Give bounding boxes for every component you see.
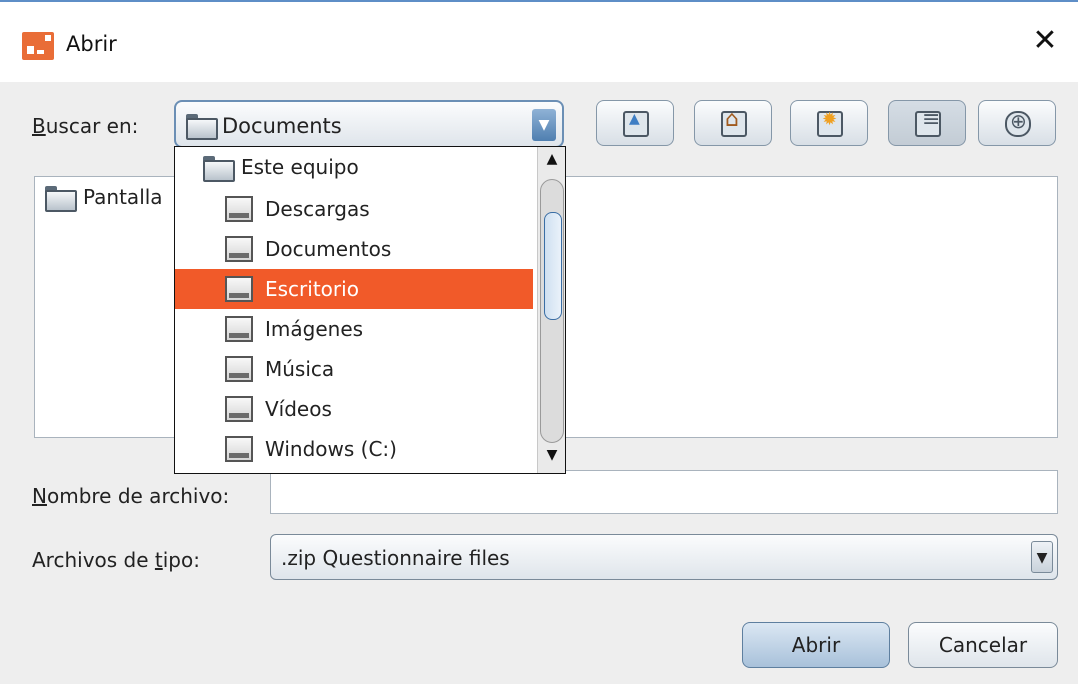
dropdown-item-label: Imágenes (265, 317, 364, 341)
dropdown-item-label: Música (265, 357, 335, 381)
dropdown-item-videos[interactable]: Vídeos (175, 389, 533, 429)
drive-icon (225, 276, 253, 302)
scroll-up-icon[interactable]: ▲ (542, 151, 562, 173)
dropdown-item-pictures[interactable]: Imágenes (175, 309, 533, 349)
file-type-value: .zip Questionnaire files (281, 546, 510, 570)
look-in-value: Documents (222, 114, 342, 138)
folder-icon (45, 186, 77, 212)
look-in-dropdown-list[interactable]: Este equipo Descargas Documentos Escrito… (174, 146, 566, 474)
scrollbar-thumb[interactable] (540, 179, 564, 443)
list-view-icon (915, 107, 941, 137)
window-title: Abrir (66, 32, 117, 56)
dropdown-item-desktop[interactable]: Escritorio (175, 269, 533, 309)
drive-icon (225, 356, 253, 382)
list-view-button[interactable] (888, 100, 966, 146)
file-name-field[interactable] (270, 470, 1058, 514)
list-item[interactable]: Pantalla (45, 185, 163, 212)
file-item-label: Pantalla (83, 185, 163, 209)
look-in-label: Buscar en: (32, 114, 139, 138)
drive-icon (225, 396, 253, 422)
close-button[interactable]: ✕ (1028, 24, 1062, 58)
up-folder-button[interactable] (596, 100, 674, 146)
dropdown-item-label: Documentos (265, 237, 392, 261)
drive-icon (225, 436, 253, 462)
home-icon (721, 107, 747, 137)
drive-icon (225, 196, 253, 222)
dropdown-item-label: Windows (C:) (265, 437, 397, 461)
details-view-button[interactable] (978, 100, 1056, 146)
chevron-down-icon[interactable]: ▼ (1031, 541, 1053, 573)
new-folder-icon (817, 109, 843, 137)
dropdown-scrollbar[interactable]: ▲ ▼ (537, 147, 565, 473)
home-button[interactable] (694, 100, 772, 146)
dropdown-item-label: Descargas (265, 197, 370, 221)
drive-icon (225, 236, 253, 262)
file-chooser-dialog: Abrir ✕ Buscar en: Documents ▼ Pantalla … (0, 0, 1078, 684)
folder-icon (203, 156, 235, 182)
folder-icon (186, 114, 218, 140)
chevron-down-icon[interactable]: ▼ (532, 109, 556, 141)
file-name-label: Nombre de archivo: (32, 484, 230, 508)
dropdown-item-label: Este equipo (241, 155, 359, 179)
scroll-down-icon[interactable]: ▼ (542, 447, 562, 469)
dropdown-item-label: Vídeos (265, 397, 332, 421)
look-in-combo[interactable]: Documents ▼ (174, 100, 564, 148)
dropdown-item-this-pc[interactable]: Este equipo (175, 147, 533, 187)
up-folder-icon (623, 111, 649, 137)
cancel-button[interactable]: Cancelar (908, 622, 1058, 668)
open-button[interactable]: Abrir (742, 622, 890, 668)
dropdown-item-music[interactable]: Música (175, 349, 533, 389)
new-folder-button[interactable] (790, 100, 868, 146)
file-type-combo[interactable]: .zip Questionnaire files ▼ (270, 534, 1058, 580)
dropdown-item-documents[interactable]: Documentos (175, 229, 533, 269)
dropdown-item-downloads[interactable]: Descargas (175, 189, 533, 229)
dropdown-item-windows-c[interactable]: Windows (C:) (175, 429, 533, 469)
details-view-icon (1005, 109, 1031, 137)
dropdown-item-label: Escritorio (265, 277, 359, 301)
drive-icon (225, 316, 253, 342)
app-icon (22, 32, 54, 60)
file-type-label: Archivos de tipo: (32, 548, 200, 572)
title-bar: Abrir ✕ (0, 2, 1078, 82)
